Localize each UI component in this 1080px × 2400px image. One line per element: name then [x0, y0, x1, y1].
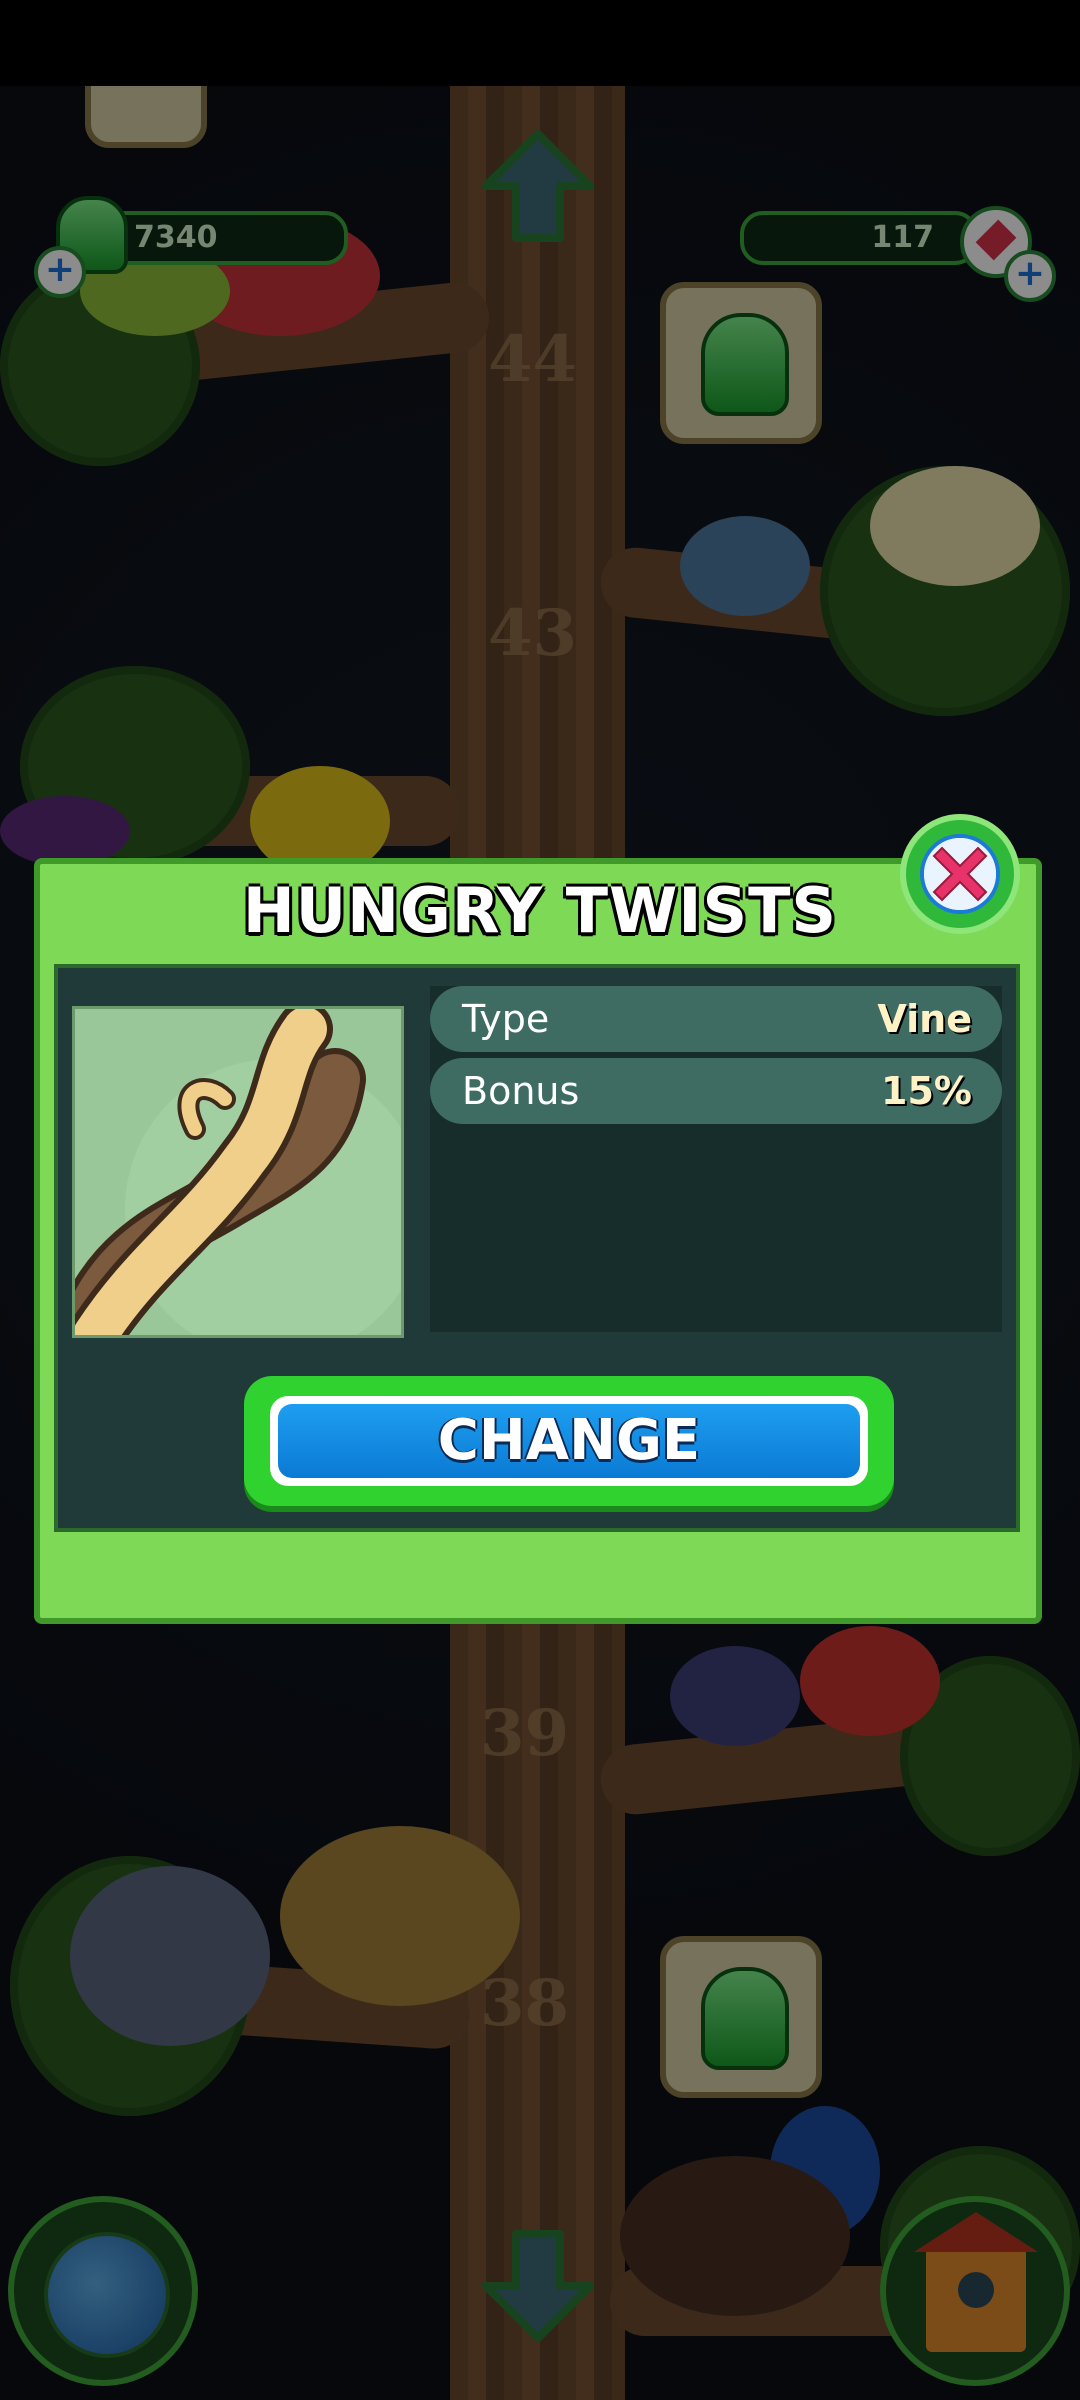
stat-label: Bonus — [462, 1069, 580, 1113]
stat-label: Type — [462, 997, 550, 1041]
dialog-title: HUNGRY TWISTS — [242, 874, 838, 947]
close-x-icon — [924, 838, 996, 910]
change-button-label: CHANGE — [278, 1404, 860, 1478]
stat-value: 15% — [881, 1069, 972, 1113]
stat-row-type: Type Vine — [430, 986, 1002, 1052]
item-stats-panel: Type Vine Bonus 15% — [430, 986, 1002, 1332]
status-bar — [0, 0, 1080, 86]
item-info-dialog: HUNGRY TWISTS Type Vine Bonus 15% CHANGE — [34, 858, 1042, 1624]
item-thumbnail — [72, 1006, 404, 1338]
change-button[interactable]: CHANGE — [244, 1376, 894, 1506]
dialog-body: Type Vine Bonus 15% CHANGE — [54, 964, 1020, 1532]
close-button[interactable] — [900, 814, 1020, 934]
stat-row-bonus: Bonus 15% — [430, 1058, 1002, 1124]
stat-value: Vine — [877, 997, 972, 1041]
vine-illustration — [75, 1009, 401, 1335]
